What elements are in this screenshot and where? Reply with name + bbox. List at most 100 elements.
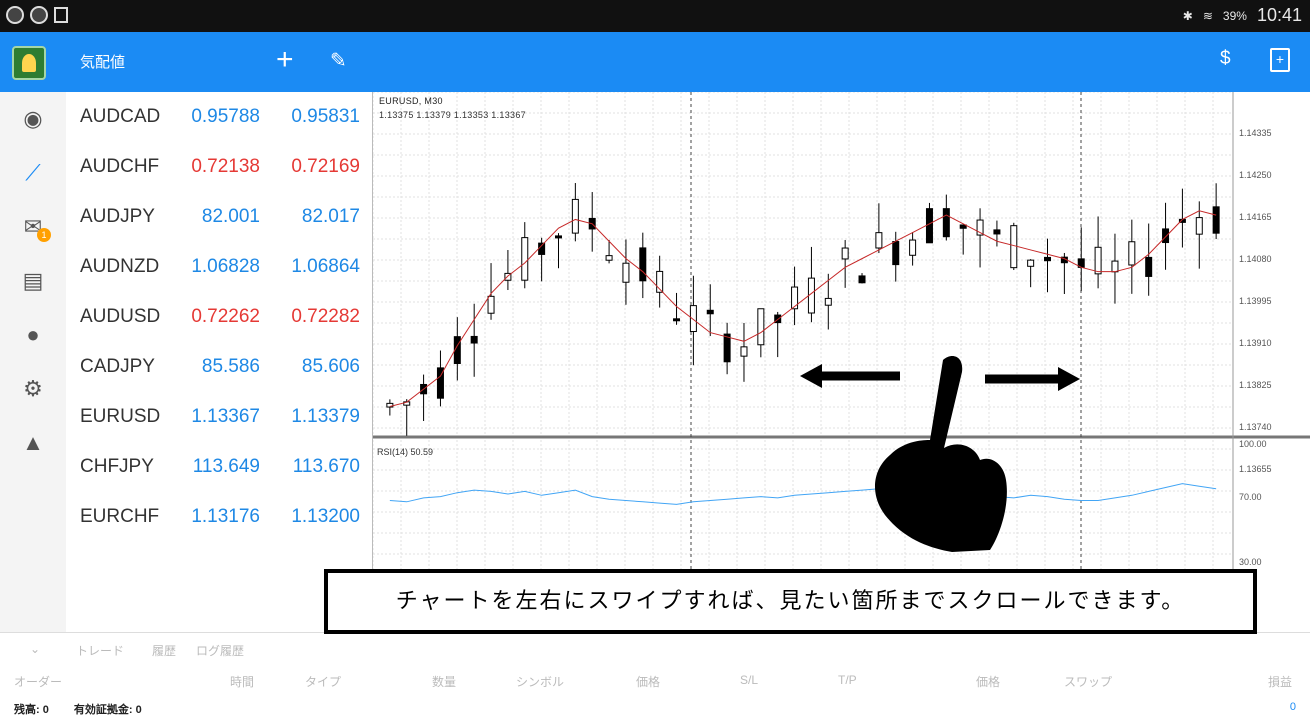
quote-bid: 113.649 (192, 456, 260, 477)
quote-ask: 1.13200 (291, 506, 360, 527)
quote-ask: 1.06864 (291, 256, 360, 277)
price-tick-label: 1.14335 (1239, 128, 1272, 138)
candle-body (740, 346, 748, 357)
journal-icon[interactable]: ▤ (16, 264, 50, 298)
quote-symbol: AUDNZD (80, 256, 160, 277)
quote-symbol: AUDCHF (80, 156, 160, 177)
quote-row[interactable]: AUDCAD 0.95788 0.95831 (66, 92, 372, 142)
moving-average-line (389, 210, 1217, 408)
document-add-icon[interactable]: + (1270, 48, 1290, 72)
notification-icon (30, 6, 48, 24)
candle-body (875, 232, 883, 249)
rsi-line (389, 483, 1217, 505)
notification-icon (6, 6, 24, 24)
column-header: S/L (740, 673, 759, 687)
candle-body (909, 239, 917, 256)
quote-row[interactable]: EURUSD 1.13367 1.13379 (66, 392, 372, 442)
quote-bid: 82.001 (201, 206, 260, 227)
candle-body (538, 242, 546, 255)
column-header: 価格 (976, 675, 1001, 689)
column-header: タイプ (305, 675, 342, 689)
status-bar: ✱ ≋ 39% 10:41 (0, 0, 1310, 32)
app-logo[interactable] (12, 46, 46, 80)
app-screen: ✱ ≋ 39% 10:41 気配値 + ✎ $ + ◉ ⟋ ✉ 1 ▤ ● ⚙ ▲… (0, 0, 1310, 719)
column-header: オーダー (14, 675, 63, 689)
candle-body (1044, 256, 1052, 262)
terminal-tabs: ⌄ トレード 履歴 ログ履歴 (0, 633, 1310, 663)
candle-body (521, 237, 529, 281)
column-header: 時間 (230, 675, 255, 689)
candle-body (571, 198, 579, 234)
profit-value: 0 (1289, 701, 1296, 713)
quote-bid: 0.95788 (191, 106, 260, 127)
quote-symbol: CHFJPY (80, 456, 154, 477)
candle-body (487, 295, 495, 314)
price-chart[interactable]: 1.14335 1.14250 1.14165 1.14080 1.13995 1.139… (372, 92, 1310, 632)
candle-body (1162, 228, 1170, 244)
candle-body (942, 208, 950, 238)
swipe-hint-caption: チャートを左右にスワイプすれば、見たい箇所までスクロールできます。 (324, 569, 1257, 634)
candle-body (757, 308, 765, 346)
balance-summary: 残高: 0 有効証拠金: 0 (14, 701, 164, 717)
quote-row[interactable]: AUDUSD 0.72262 0.72282 (66, 292, 372, 342)
column-header: T/P (838, 673, 857, 687)
quote-ask: 0.95831 (291, 106, 360, 127)
quote-ask: 85.606 (301, 356, 360, 377)
battery-level: 39% (1222, 8, 1247, 23)
chart-canvas[interactable]: 1.14335 1.14250 1.14165 1.14080 1.13995 1.139… (373, 92, 1310, 632)
column-header: 損益 (1268, 675, 1293, 689)
price-tick-label: 1.13910 (1239, 338, 1272, 348)
quote-bid: 0.72262 (191, 306, 260, 327)
quote-symbol: CADJPY (80, 356, 155, 377)
candle-body (1212, 206, 1220, 234)
dollar-icon[interactable]: $ (1220, 48, 1231, 70)
quote-ask: 0.72169 (291, 156, 360, 177)
candle-body (723, 333, 731, 363)
candle-body (1027, 259, 1035, 267)
quote-row[interactable]: CADJPY 85.586 85.606 (66, 342, 372, 392)
tab-trade[interactable]: トレード (76, 642, 124, 659)
candle-body (1111, 260, 1119, 273)
terminal-panel: ⌄ トレード 履歴 ログ履歴 オーダー 時間 タイプ 数量 シンボル 価格 S/L T/P 価格… (0, 632, 1310, 719)
balance-value: 残高: 0 (14, 704, 49, 716)
candle-body (791, 286, 799, 310)
quote-ask: 82.017 (301, 206, 360, 227)
quotes-icon[interactable]: ◉ (16, 102, 50, 136)
price-tick-label: 1.14250 (1239, 170, 1272, 180)
terminal-columns: オーダー 時間 タイプ 数量 シンボル 価格 S/L T/P 価格 スワップ 損益 (0, 673, 1310, 695)
price-tick-label: 1.13740 (1239, 422, 1272, 432)
quote-row[interactable]: AUDJPY 82.001 82.017 (66, 192, 372, 242)
rsi-tick-label: 70.00 (1239, 492, 1262, 502)
candle-body (925, 208, 933, 244)
candle-body (673, 318, 681, 322)
quote-row[interactable]: CHFJPY 113.649 113.670 (66, 442, 372, 492)
tab-history[interactable]: 履歴 (152, 642, 176, 659)
candle-body (892, 241, 900, 266)
chat-icon[interactable]: ● (16, 318, 50, 352)
chart-ohlc: 1.13375 1.13379 1.13353 1.13367 (379, 110, 526, 120)
quote-bid: 1.06828 (191, 256, 260, 277)
candle-body (622, 262, 630, 283)
quote-symbol: AUDCAD (80, 106, 161, 127)
price-tick-label: 1.13655 (1239, 464, 1272, 474)
plus-icon[interactable]: + (276, 42, 294, 78)
quote-row[interactable]: AUDCHF 0.72138 0.72169 (66, 142, 372, 192)
pencil-icon[interactable]: ✎ (330, 48, 347, 73)
clock: 10:41 (1256, 5, 1302, 25)
status-right: ✱ ≋ 39% 10:41 (1183, 5, 1302, 26)
chart-icon[interactable]: ⟋ (16, 156, 50, 190)
candle-body (993, 229, 1001, 235)
quote-row[interactable]: AUDNZD 1.06828 1.06864 (66, 242, 372, 292)
chevron-down-icon[interactable]: ⌄ (30, 642, 40, 656)
app-bar: 気配値 + ✎ $ + (0, 32, 1310, 92)
candle-body (1128, 241, 1136, 266)
settings-icon[interactable]: ⚙ (16, 372, 50, 406)
candle-body (689, 305, 697, 333)
quote-row[interactable]: EURCHF 1.13176 1.13200 (66, 492, 372, 542)
candle-body (706, 309, 714, 315)
quote-ask: 1.13379 (291, 406, 360, 427)
community-icon[interactable]: ▲ (16, 426, 50, 460)
tab-log[interactable]: ログ履歴 (196, 642, 244, 659)
mail-icon[interactable]: ✉ 1 (16, 210, 51, 244)
quote-ask: 113.670 (292, 456, 360, 477)
